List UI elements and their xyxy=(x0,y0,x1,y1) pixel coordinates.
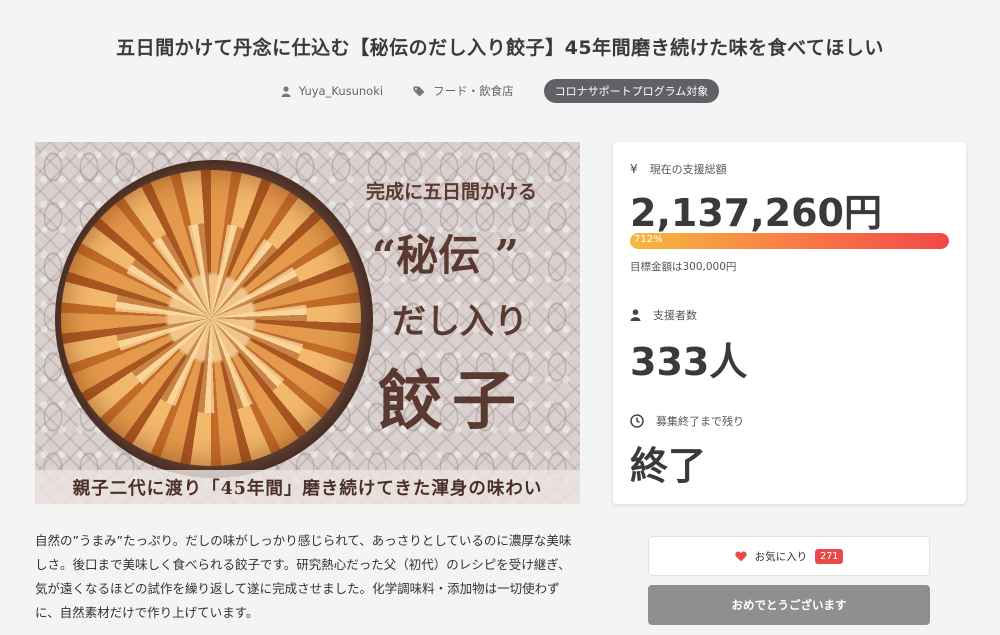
hero-subtitle: 完成に五日間かける xyxy=(366,181,538,203)
supporters-icon xyxy=(630,309,641,321)
hero-title-line1: “秘伝 ” xyxy=(372,231,519,280)
hero-title-line3: 餃子 xyxy=(378,364,526,439)
clock-icon xyxy=(630,414,644,428)
funding-label-row: ¥ 現在の支援総額 xyxy=(630,161,727,177)
favorite-label: お気に入り xyxy=(754,550,808,563)
funding-label: 現在の支援総額 xyxy=(649,163,727,176)
remaining-label-row: 募集終了まで残り xyxy=(630,413,744,429)
funding-value: 2,137,260円 xyxy=(630,191,882,235)
hero-caption-band: 親子二代に渡り「45年間」磨き続けてきた渾身の味わい xyxy=(35,470,580,504)
gyoza-graphic xyxy=(61,170,361,466)
author-link[interactable]: Yuya_Kusunoki xyxy=(281,84,383,98)
project-title: 五日間かけて丹念に仕込む【秘伝のだし入り餃子】45年間磨き続けた味を食べてほしい xyxy=(116,37,884,59)
author-name: Yuya_Kusunoki xyxy=(298,84,384,98)
congratulations-button[interactable]: おめでとうございます xyxy=(648,585,930,625)
favorite-button[interactable]: お気に入り 271 xyxy=(648,536,930,576)
supporters-label-row: 支援者数 xyxy=(630,307,697,323)
project-meta: Yuya_Kusunoki フード・飲食店 コロナサポートプログラム対象 xyxy=(0,79,1000,103)
project-description: 自然の”うまみ”たっぷり。だしの味がしっかり感じられて、あっさりとしているのに濃… xyxy=(35,533,572,620)
hero-title-line2: だし入り xyxy=(392,302,528,342)
heart-icon xyxy=(735,551,747,561)
supporters-value: 333人 xyxy=(630,340,748,384)
program-badge[interactable]: コロナサポートプログラム対象 xyxy=(543,79,720,103)
yen-icon: ¥ xyxy=(630,162,638,176)
user-icon xyxy=(281,85,291,97)
goal-amount: 目標金額は300,000円 xyxy=(630,261,737,273)
supporters-label: 支援者数 xyxy=(653,309,697,322)
remaining-label: 募集終了まで残り xyxy=(656,415,744,428)
progress-text: 712% xyxy=(634,234,663,245)
category-name: フード・飲食店 xyxy=(433,84,514,98)
favorite-count: 271 xyxy=(815,548,844,564)
hero-caption: 親子二代に渡り「45年間」磨き続けてきた渾身の味わい xyxy=(72,478,543,499)
progress-bar-fill xyxy=(630,233,949,249)
remaining-value: 終了 xyxy=(630,444,707,488)
stats-panel: ¥ 現在の支援総額 2,137,260円 712% 目標金額は300,000円 … xyxy=(613,142,966,504)
progress-bar: 712% xyxy=(630,233,949,249)
tag-icon xyxy=(413,86,425,96)
category-link[interactable]: フード・飲食店 xyxy=(413,83,514,99)
